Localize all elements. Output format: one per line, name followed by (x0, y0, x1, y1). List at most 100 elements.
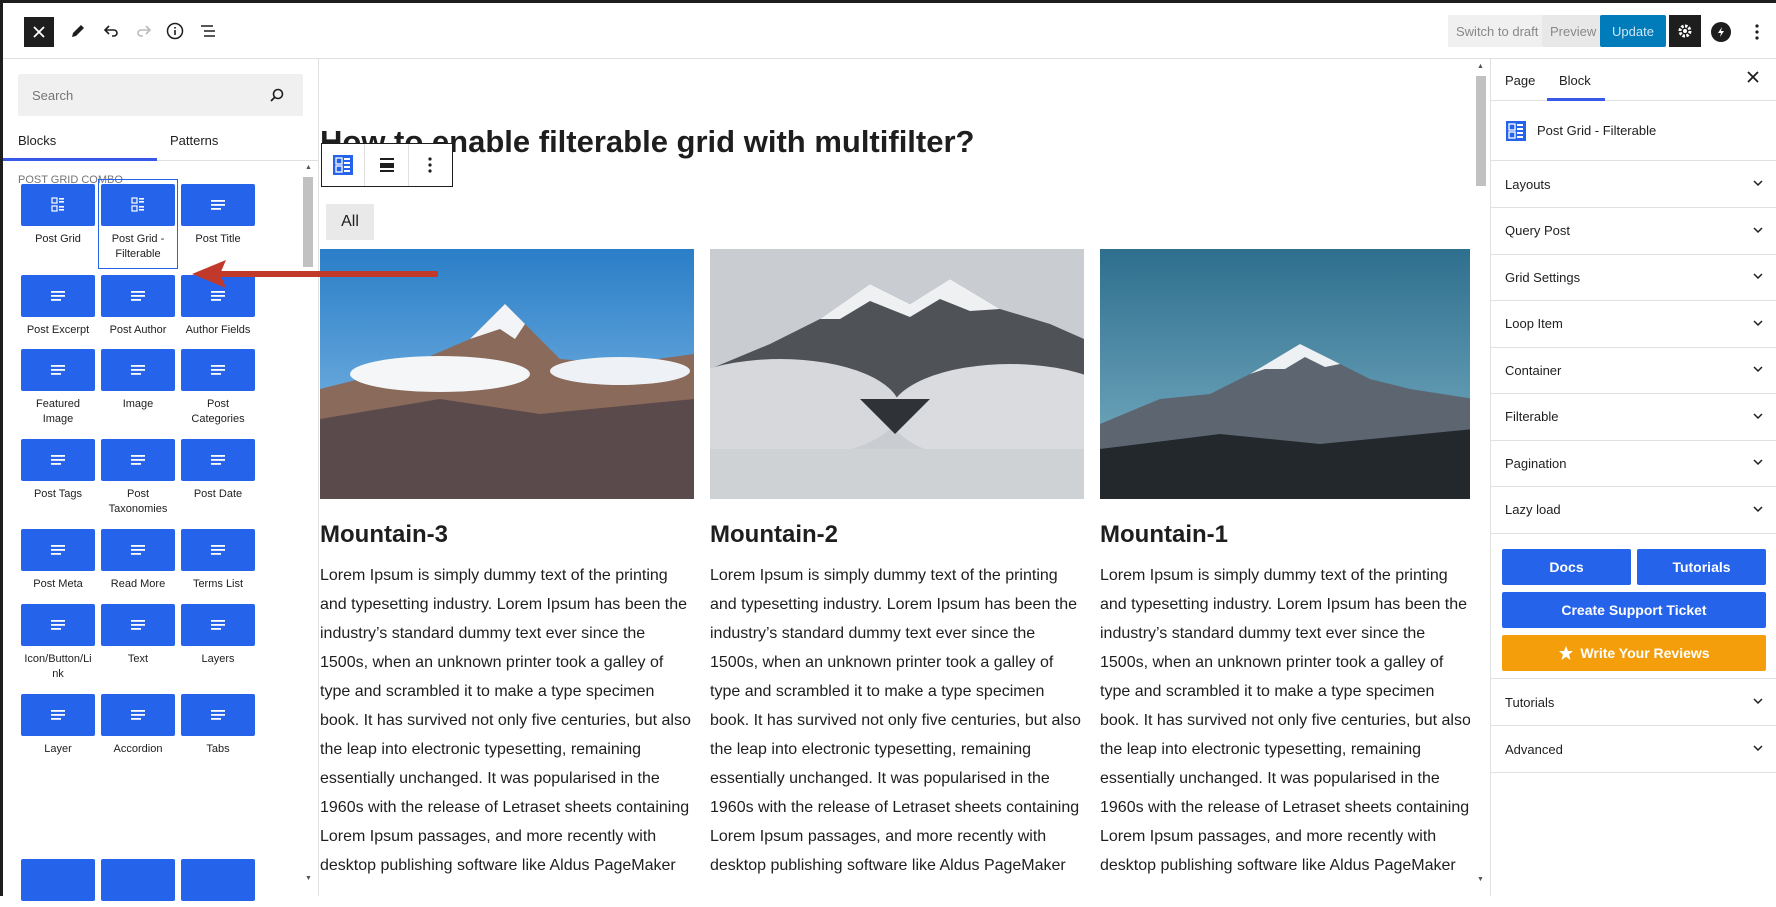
block-item-post-taxonomies[interactable]: Post Taxonomies (98, 439, 178, 517)
canvas-scroll-thumb[interactable] (1476, 76, 1486, 186)
tutorials-button[interactable]: Tutorials (1637, 549, 1766, 585)
icon-button-link-icon (21, 604, 95, 646)
excerpt-line: type and scrambled it to make a type spe… (320, 683, 655, 700)
scroll-up-icon[interactable]: ▲ (305, 164, 312, 171)
tab-block[interactable]: Block (1559, 59, 1591, 101)
block-item-icon-button-link[interactable]: Icon/Button/Li nk (18, 604, 98, 682)
block-item-post-tags[interactable]: Post Tags (18, 439, 98, 502)
close-editor-button[interactable] (24, 17, 54, 47)
post-excerpt: Lorem Ipsum is simply dummy text of the … (1100, 561, 1470, 880)
terms-list-icon (181, 529, 255, 571)
block-item-tabs[interactable]: Tabs (178, 694, 258, 757)
list-view-button[interactable] (193, 3, 223, 59)
block-inserter: Search Blocks Patterns POST GRID COMBO P… (3, 59, 319, 901)
canvas-scroll-up-icon[interactable]: ▲ (1477, 63, 1484, 70)
block-item-text[interactable]: Text (98, 604, 178, 667)
align-button[interactable] (365, 144, 409, 186)
block-item-post-date[interactable]: Post Date (178, 439, 258, 502)
excerpt-line: essentially unchanged. It was popularise… (710, 770, 1050, 787)
post-title-link[interactable]: Mountain-2 (710, 521, 1084, 549)
block-item-partial[interactable] (98, 859, 178, 907)
excerpt-line: industry’s standard dummy text ever sinc… (710, 625, 1036, 642)
gear-icon (1678, 24, 1692, 38)
switch-to-draft-button[interactable]: Switch to draft (1448, 15, 1547, 47)
block-item-read-more[interactable]: Read More (98, 529, 178, 592)
search-input[interactable]: Search (18, 74, 303, 116)
panel-label: Lazy load (1505, 502, 1561, 517)
block-item-post-title[interactable]: Post Title (178, 184, 258, 247)
excerpt-line: Lorem Ipsum is simply dummy text of the … (710, 567, 1058, 584)
details-button[interactable] (160, 3, 190, 59)
scroll-down-icon[interactable]: ▼ (305, 875, 312, 882)
support-ticket-button[interactable]: Create Support Ticket (1502, 592, 1766, 628)
edit-tool-button[interactable] (63, 3, 93, 59)
panel-container[interactable]: Container (1491, 347, 1776, 394)
block-item-layer[interactable]: Layer (18, 694, 98, 757)
panel-layouts[interactable]: Layouts (1491, 161, 1776, 208)
post-title-link[interactable]: Mountain-3 (320, 521, 694, 549)
block-label: Post Meta (33, 578, 83, 590)
block-item-image[interactable]: Image (98, 349, 178, 412)
accordion-icon (101, 694, 175, 736)
block-item-accordion[interactable]: Accordion (98, 694, 178, 757)
panel-query-post[interactable]: Query Post (1491, 208, 1776, 255)
block-toolbar (321, 143, 453, 187)
block-item-terms-list[interactable]: Terms List (178, 529, 258, 592)
panel-pagination[interactable]: Pagination (1491, 440, 1776, 487)
post-excerpt: Lorem Ipsum is simply dummy text of the … (320, 561, 694, 880)
block-options-button[interactable] (409, 144, 452, 186)
options-button[interactable] (1751, 21, 1763, 43)
close-sidebar-button[interactable] (1747, 70, 1759, 88)
tab-blocks[interactable]: Blocks (18, 119, 56, 161)
excerpt-line: 1500s, when an unknown printer took a ga… (320, 654, 664, 671)
preview-button[interactable]: Preview (1542, 15, 1605, 47)
post-grid-icon (21, 184, 95, 226)
block-item-partial[interactable] (178, 859, 258, 907)
excerpt-line: book. It has survived not only five cent… (1100, 712, 1470, 729)
block-item-post-excerpt[interactable]: Post Excerpt (18, 275, 98, 338)
excerpt-line: and typesetting industry. Lorem Ipsum ha… (320, 596, 688, 613)
block-label: Image (122, 398, 154, 410)
filter-all-button[interactable]: All (326, 204, 374, 240)
tab-patterns[interactable]: Patterns (170, 119, 218, 161)
post-title-icon (181, 184, 255, 226)
panel-lazy-load[interactable]: Lazy load (1491, 487, 1776, 534)
excerpt-line: the leap into electronic typesetting, re… (1100, 741, 1422, 758)
post-title-link[interactable]: Mountain-1 (1100, 521, 1470, 549)
search-icon (270, 88, 284, 102)
block-item-post-categories[interactable]: Post Categories (178, 349, 258, 427)
write-review-button[interactable]: Write Your Reviews (1502, 635, 1766, 671)
panel-advanced[interactable]: Advanced (1491, 726, 1776, 773)
block-name: Post Grid - Filterable (1537, 123, 1657, 138)
settings-button[interactable] (1669, 15, 1701, 47)
post-grid-icon (333, 155, 354, 175)
block-item-layers[interactable]: Layers (178, 604, 258, 667)
panel-loop-item[interactable]: Loop Item (1491, 301, 1776, 348)
panel-filterable[interactable]: Filterable (1491, 394, 1776, 441)
update-button[interactable]: Update (1600, 15, 1666, 47)
search-placeholder: Search (32, 87, 74, 103)
undo-button[interactable] (96, 3, 126, 59)
excerpt-line: 1500s, when an unknown printer took a ga… (1100, 654, 1444, 671)
jetpack-button[interactable] (1711, 22, 1731, 42)
block-item-post-author[interactable]: Post Author (98, 275, 178, 338)
block-item-partial[interactable] (18, 859, 98, 907)
panel-grid-settings[interactable]: Grid Settings (1491, 254, 1776, 301)
more-vertical-icon (1755, 24, 1759, 40)
panel-label: Loop Item (1505, 316, 1563, 331)
block-item-post-grid-filterable[interactable]: Post Grid - Filterable (98, 179, 178, 269)
pencil-icon (72, 25, 84, 37)
inserter-scroll-thumb[interactable] (303, 177, 313, 267)
block-item-featured-image[interactable]: Featured Image (18, 349, 98, 427)
panel-tutorials[interactable]: Tutorials (1491, 679, 1776, 726)
block-item-post-meta[interactable]: Post Meta (18, 529, 98, 592)
panel-label: Advanced (1505, 741, 1563, 757)
redo-button[interactable] (129, 3, 159, 59)
more-vertical-icon (428, 157, 432, 173)
block-item-post-grid[interactable]: Post Grid (18, 184, 98, 247)
canvas-scroll-down-icon[interactable]: ▼ (1477, 876, 1484, 883)
block-type-button[interactable] (322, 144, 366, 186)
docs-button[interactable]: Docs (1502, 549, 1631, 585)
read-more-icon (101, 529, 175, 571)
tab-page[interactable]: Page (1505, 59, 1535, 101)
